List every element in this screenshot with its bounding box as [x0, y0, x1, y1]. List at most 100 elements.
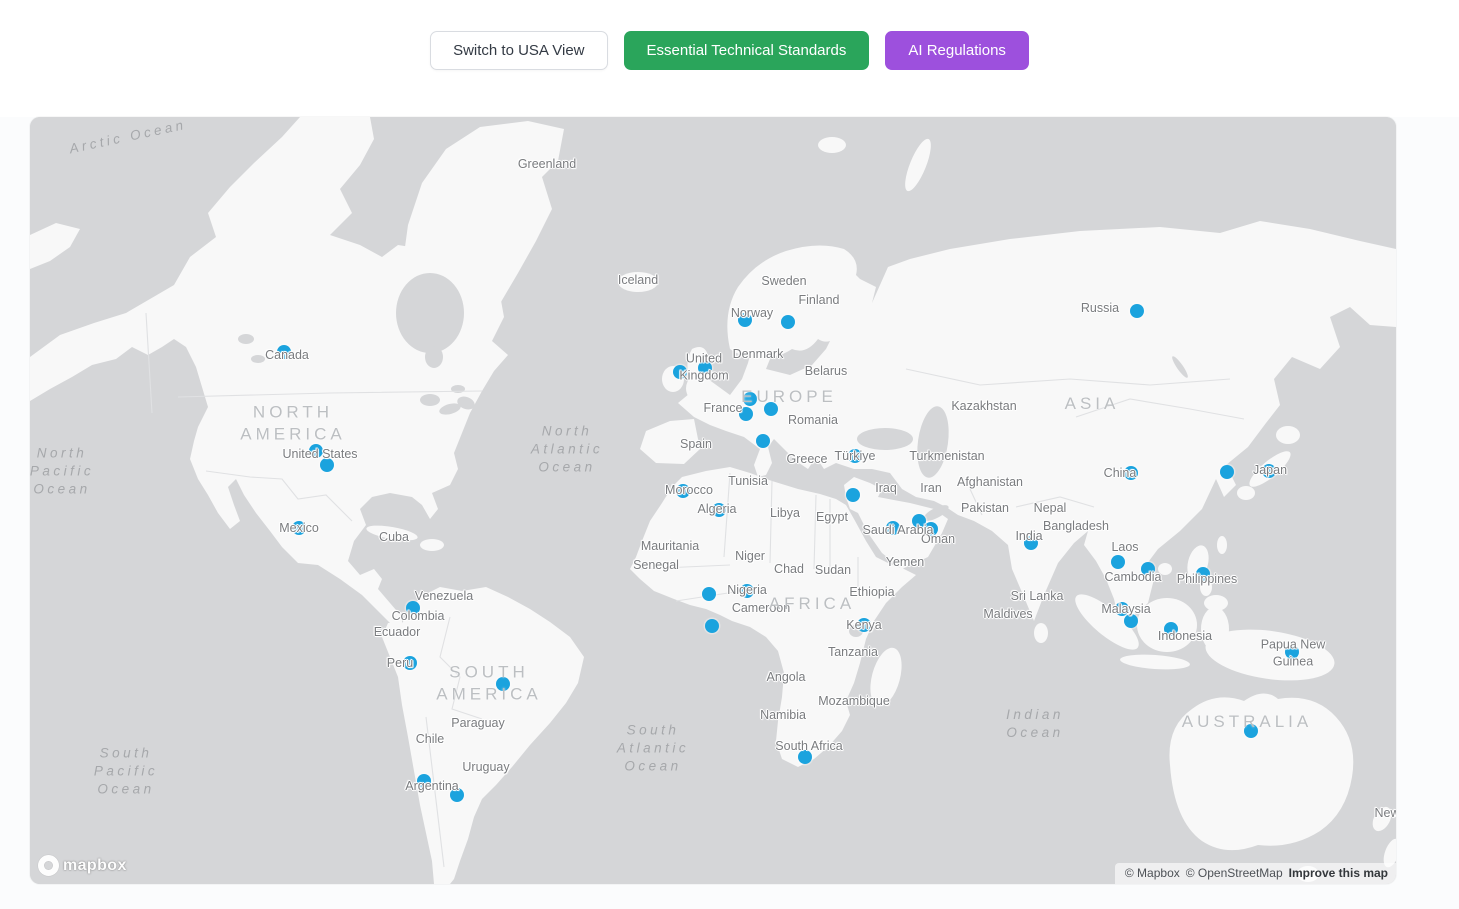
- map-marker-kenya[interactable]: [857, 618, 871, 632]
- map-label-country-ecuador: Ecuador: [374, 624, 421, 641]
- map-label-country-mozambique: Mozambique: [818, 693, 890, 710]
- map-label-ocean-south-atlantic-ocean: South Atlantic Ocean: [617, 721, 689, 774]
- map-label-ocean-north-pacific-ocean: North Pacific Ocean: [30, 444, 94, 497]
- map-marker-italy[interactable]: [756, 434, 770, 448]
- map-label-continent-africa: AFRICA: [769, 593, 855, 615]
- map-marker-peru[interactable]: [403, 656, 417, 670]
- map-label-continent-north-america: NORTH AMERICA: [240, 402, 345, 447]
- page-header: Switch to USA View Essential Technical S…: [0, 0, 1459, 117]
- map-label-country-tunisia: Tunisia: [728, 473, 768, 490]
- map-label-country-chad: Chad: [774, 561, 804, 578]
- map-marker-israel[interactable]: [846, 488, 860, 502]
- map-label-country-egypt: Egypt: [816, 509, 848, 526]
- map-marker-usa-west[interactable]: [309, 444, 323, 458]
- map-marker-ghana[interactable]: [702, 587, 716, 601]
- map-marker-usa-central[interactable]: [320, 458, 334, 472]
- map-label-country-romania: Romania: [788, 412, 838, 429]
- map-marker-thailand[interactable]: [1111, 555, 1125, 569]
- attribution-osm[interactable]: © OpenStreetMap: [1186, 866, 1283, 880]
- map-marker-nigeria[interactable]: [740, 584, 754, 598]
- map-marker-argentina[interactable]: [450, 788, 464, 802]
- map-marker-india[interactable]: [1024, 536, 1038, 550]
- map-marker-papua-new-guinea[interactable]: [1285, 645, 1299, 659]
- mapbox-logo-icon: [38, 855, 59, 876]
- map-label-country-belarus: Belarus: [805, 363, 847, 380]
- map-marker-netherlands[interactable]: [743, 392, 757, 406]
- ai-regulations-button[interactable]: AI Regulations: [885, 31, 1029, 70]
- map-marker-south-korea[interactable]: [1220, 465, 1234, 479]
- map-label-country-maldives: Maldives: [983, 606, 1032, 623]
- map-label-country-tanzania: Tanzania: [828, 644, 878, 661]
- map-label-ocean-north-atlantic-ocean: North Atlantic Ocean: [531, 422, 603, 475]
- map-label-country-sri-lanka: Sri Lanka: [1011, 588, 1064, 605]
- map-marker-sao-tome[interactable]: [705, 619, 719, 633]
- map-label-country-iraq: Iraq: [875, 480, 897, 497]
- map-label-country-denmark: Denmark: [733, 346, 784, 363]
- map-marker-ireland[interactable]: [673, 365, 687, 379]
- map-label-country-iceland: Iceland: [618, 272, 658, 289]
- map-marker-morocco[interactable]: [676, 484, 690, 498]
- map-label-country-niger: Niger: [735, 548, 765, 565]
- map-label-country-greece: Greece: [787, 451, 828, 468]
- map-label-country-uruguay: Uruguay: [462, 759, 509, 776]
- map-marker-philippines[interactable]: [1196, 567, 1210, 581]
- map-label-country-iran: Iran: [920, 480, 942, 497]
- map-marker-saudi-arabia[interactable]: [886, 521, 900, 535]
- map-label-country-cameroon: Cameroon: [732, 600, 790, 617]
- map-label-country-france: France: [704, 400, 743, 417]
- map-label-country-turkmenistan: Turkmenistan: [909, 448, 984, 465]
- map-marker-brazil[interactable]: [496, 677, 510, 691]
- map-marker-colombia[interactable]: [406, 601, 420, 615]
- map-label-continent-south-america: SOUTH AMERICA: [436, 662, 541, 707]
- map-attribution: © Mapbox © OpenStreetMap Improve this ma…: [1115, 863, 1396, 884]
- map-overlay-layers: GreenlandIcelandCanadaUnited StatesMexic…: [30, 117, 1396, 884]
- mapbox-logo-word: mapbox: [63, 857, 127, 875]
- map-marker-canada[interactable]: [277, 345, 291, 359]
- map-marker-germany[interactable]: [764, 402, 778, 416]
- map-marker-sweden[interactable]: [781, 315, 795, 329]
- map-label-country-angola: Angola: [767, 669, 806, 686]
- map-label-country-pakistan: Pakistan: [961, 500, 1009, 517]
- map-marker-turkiye[interactable]: [848, 449, 862, 463]
- map-marker-norway[interactable]: [738, 313, 752, 327]
- map-label-country-namibia: Namibia: [760, 707, 806, 724]
- attribution-mapbox[interactable]: © Mapbox: [1125, 866, 1180, 880]
- mapbox-logo[interactable]: mapbox: [38, 855, 127, 876]
- map-label-country-yemen: Yemen: [886, 554, 924, 571]
- switch-usa-view-button[interactable]: Switch to USA View: [430, 31, 607, 70]
- map-marker-vietnam[interactable]: [1141, 562, 1155, 576]
- map-label-continent-asia: ASIA: [1065, 393, 1120, 415]
- map-marker-mexico[interactable]: [292, 521, 306, 535]
- map-label-country-afghanistan: Afghanistan: [957, 474, 1023, 491]
- map-label-country-sweden: Sweden: [761, 273, 806, 290]
- map-marker-uae[interactable]: [924, 522, 938, 536]
- map-label-country-spain: Spain: [680, 436, 712, 453]
- map-label-country-ethiopia: Ethiopia: [849, 584, 894, 601]
- map-label-country-greenland: Greenland: [518, 156, 576, 173]
- map-label-country-kazakhstan: Kazakhstan: [951, 398, 1016, 415]
- button-row: Switch to USA View Essential Technical S…: [0, 31, 1459, 70]
- map-marker-united-kingdom[interactable]: [698, 361, 712, 375]
- map-label-ocean-arctic-ocean: Arctic Ocean: [68, 117, 188, 158]
- map-marker-south-africa[interactable]: [798, 750, 812, 764]
- map-marker-japan[interactable]: [1262, 464, 1276, 478]
- map-label-country-venezuela: Venezuela: [415, 588, 473, 605]
- map-label-country-libya: Libya: [770, 505, 800, 522]
- map-marker-singapore[interactable]: [1124, 614, 1138, 628]
- map-marker-australia[interactable]: [1244, 724, 1258, 738]
- map-label-ocean-south-pacific-ocean: South Pacific Ocean: [94, 744, 158, 797]
- map-label-country-russia: Russia: [1081, 300, 1119, 317]
- map-marker-chile[interactable]: [417, 774, 431, 788]
- map-label-country-nepal: Nepal: [1034, 500, 1067, 517]
- attribution-improve-link[interactable]: Improve this map: [1289, 866, 1388, 880]
- essential-technical-standards-button[interactable]: Essential Technical Standards: [624, 31, 870, 70]
- map-panel[interactable]: GreenlandIcelandCanadaUnited StatesMexic…: [30, 117, 1396, 884]
- map-label-country-finland: Finland: [799, 292, 840, 309]
- map-label-country-cuba: Cuba: [379, 529, 409, 546]
- map-marker-russia[interactable]: [1130, 304, 1144, 318]
- map-marker-switzerland[interactable]: [739, 407, 753, 421]
- map-marker-algeria[interactable]: [712, 503, 726, 517]
- map-label-country-new: New: [1374, 805, 1396, 822]
- map-marker-indonesia[interactable]: [1164, 622, 1178, 636]
- map-marker-china[interactable]: [1124, 466, 1138, 480]
